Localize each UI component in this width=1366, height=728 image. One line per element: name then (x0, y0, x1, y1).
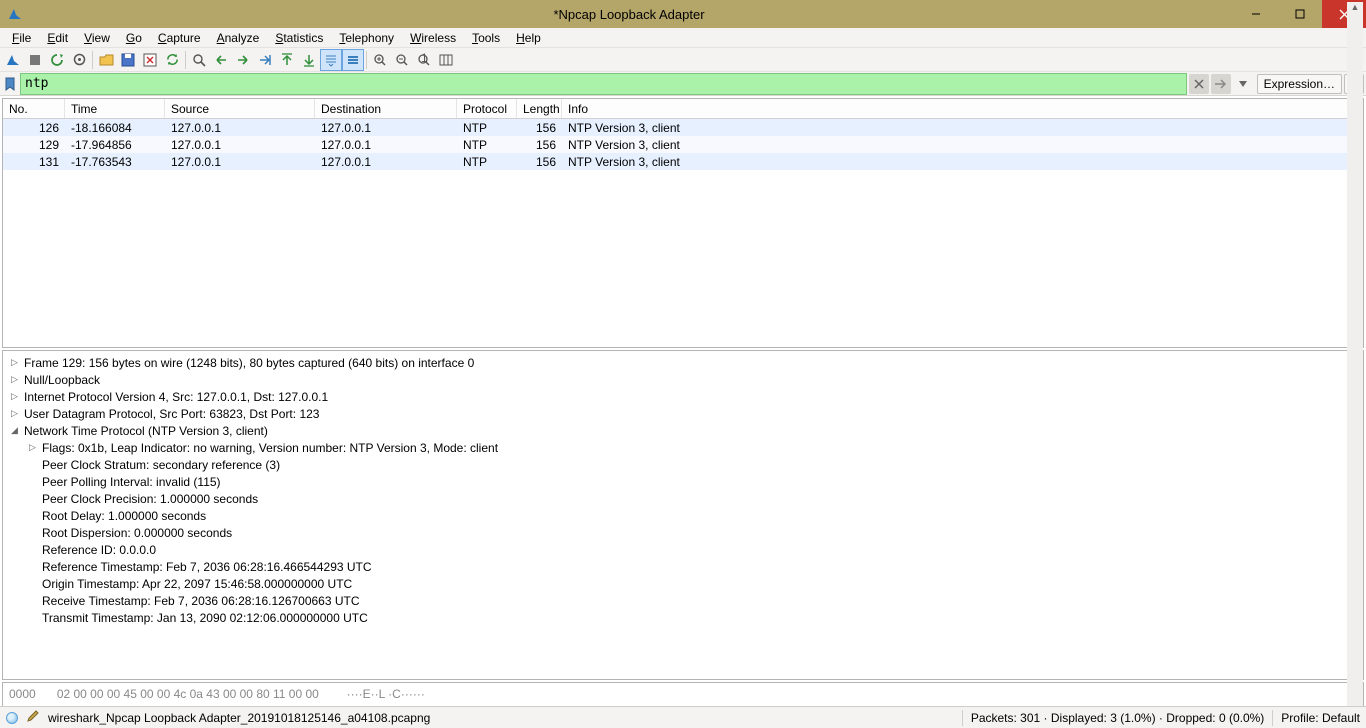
maximize-button[interactable] (1278, 0, 1322, 28)
next-icon[interactable] (232, 49, 254, 71)
table-row[interactable]: 129-17.964856127.0.0.1127.0.0.1NTP156NTP… (3, 136, 1363, 153)
colorize-icon[interactable] (342, 49, 364, 71)
menu-view[interactable]: View (76, 29, 118, 47)
zoom1-icon[interactable]: 1 (413, 49, 435, 71)
autoscroll-icon[interactable] (320, 49, 342, 71)
prev-icon[interactable] (210, 49, 232, 71)
folder-open-icon[interactable] (95, 49, 117, 71)
zoomout-icon[interactable] (391, 49, 413, 71)
detail-line[interactable]: Origin Timestamp: Apr 22, 2097 15:46:58.… (9, 575, 1357, 592)
separator (92, 51, 93, 69)
apply-filter-icon[interactable] (1211, 74, 1231, 94)
detail-line[interactable]: ▷Null/Loopback (9, 371, 1357, 388)
menu-analyze[interactable]: Analyze (209, 29, 268, 47)
window-title: *Npcap Loopback Adapter (24, 7, 1234, 22)
table-row[interactable]: 126-18.166084127.0.0.1127.0.0.1NTP156NTP… (3, 119, 1363, 136)
status-file: wireshark_Npcap Loopback Adapter_2019101… (48, 711, 954, 725)
expression-button[interactable]: Expression… (1257, 74, 1342, 94)
scrollbar[interactable]: ▲▼ (1347, 2, 1363, 726)
col-time[interactable]: Time (65, 99, 165, 118)
separator (185, 51, 186, 69)
col-source[interactable]: Source (165, 99, 315, 118)
shark-fin-icon[interactable] (2, 49, 24, 71)
status-packets: Packets: 301 · Displayed: 3 (1.0%) · Dro… (971, 711, 1264, 725)
detail-line[interactable]: Reference ID: 0.0.0.0 (9, 541, 1357, 558)
menu-go[interactable]: Go (118, 29, 150, 47)
detail-line[interactable]: Receive Timestamp: Feb 7, 2036 06:28:16.… (9, 592, 1357, 609)
detail-line[interactable]: ▷Flags: 0x1b, Leap Indicator: no warning… (9, 439, 1357, 456)
col-proto[interactable]: Protocol (457, 99, 517, 118)
col-info[interactable]: Info (562, 99, 1363, 118)
status-profile[interactable]: Profile: Default (1281, 711, 1360, 725)
detail-line[interactable]: Peer Clock Stratum: secondary reference … (9, 456, 1357, 473)
first-icon[interactable] (276, 49, 298, 71)
menu-statistics[interactable]: Statistics (267, 29, 331, 47)
filter-input[interactable] (20, 73, 1187, 95)
last-icon[interactable] (298, 49, 320, 71)
menu-telephony[interactable]: Telephony (331, 29, 402, 47)
stop-icon[interactable] (24, 49, 46, 71)
col-len[interactable]: Length (517, 99, 562, 118)
menu-help[interactable]: Help (508, 29, 549, 47)
filter-dropdown-icon[interactable] (1233, 74, 1253, 94)
titlebar: *Npcap Loopback Adapter (0, 0, 1366, 28)
detail-line[interactable]: ▷Internet Protocol Version 4, Src: 127.0… (9, 388, 1357, 405)
hex-bytes: 02 00 00 00 45 00 00 4c 0a 43 00 00 80 1… (57, 687, 319, 701)
close-file-icon[interactable] (139, 49, 161, 71)
detail-line[interactable]: Reference Timestamp: Feb 7, 2036 06:28:1… (9, 558, 1357, 575)
status-bar: wireshark_Npcap Loopback Adapter_2019101… (0, 706, 1366, 728)
menu-file[interactable]: File (4, 29, 39, 47)
detail-line[interactable]: ◢Network Time Protocol (NTP Version 3, c… (9, 422, 1357, 439)
zoomin-icon[interactable] (369, 49, 391, 71)
detail-line[interactable]: ▷Frame 129: 156 bytes on wire (1248 bits… (9, 354, 1357, 371)
options-icon[interactable] (68, 49, 90, 71)
separator (366, 51, 367, 69)
minimize-button[interactable] (1234, 0, 1278, 28)
menu-wireless[interactable]: Wireless (402, 29, 464, 47)
find-icon[interactable] (188, 49, 210, 71)
menu-edit[interactable]: Edit (39, 29, 76, 47)
col-dest[interactable]: Destination (315, 99, 457, 118)
col-no[interactable]: No. (3, 99, 65, 118)
packet-rows[interactable]: 126-18.166084127.0.0.1127.0.0.1NTP156NTP… (3, 119, 1363, 347)
detail-line[interactable]: ▷User Datagram Protocol, Src Port: 63823… (9, 405, 1357, 422)
menu-tools[interactable]: Tools (464, 29, 508, 47)
clear-filter-icon[interactable] (1189, 74, 1209, 94)
table-row[interactable]: 131-17.763543127.0.0.1127.0.0.1NTP156NTP… (3, 153, 1363, 170)
columns-icon[interactable] (435, 49, 457, 71)
expert-info-icon[interactable] (6, 712, 18, 724)
hex-offset: 0000 (9, 687, 49, 701)
edit-icon[interactable] (26, 709, 40, 726)
packet-details[interactable]: ▷Frame 129: 156 bytes on wire (1248 bits… (2, 350, 1364, 680)
menubar: FileEditViewGoCaptureAnalyzeStatisticsTe… (0, 28, 1366, 48)
menu-capture[interactable]: Capture (150, 29, 209, 47)
restart-icon[interactable] (46, 49, 68, 71)
detail-line[interactable]: Transmit Timestamp: Jan 13, 2090 02:12:0… (9, 609, 1357, 626)
bookmark-icon[interactable] (2, 76, 18, 92)
app-icon (6, 5, 24, 23)
packet-list: No. Time Source Destination Protocol Len… (2, 98, 1364, 348)
reload-icon[interactable] (161, 49, 183, 71)
filter-bar: Expression… + (0, 72, 1366, 96)
detail-line[interactable]: Root Delay: 1.000000 seconds (9, 507, 1357, 524)
detail-line[interactable]: Root Dispersion: 0.000000 seconds (9, 524, 1357, 541)
packet-list-header[interactable]: No. Time Source Destination Protocol Len… (3, 99, 1363, 119)
detail-line[interactable]: Peer Clock Precision: 1.000000 seconds (9, 490, 1357, 507)
toolbar: 1 (0, 48, 1366, 72)
detail-line[interactable]: Peer Polling Interval: invalid (115) (9, 473, 1357, 490)
jump-icon[interactable] (254, 49, 276, 71)
hex-pane[interactable]: 0000 02 00 00 00 45 00 00 4c 0a 43 00 00… (2, 682, 1364, 708)
hex-ascii: ····E··L ·C······ (347, 687, 425, 701)
save-icon[interactable] (117, 49, 139, 71)
